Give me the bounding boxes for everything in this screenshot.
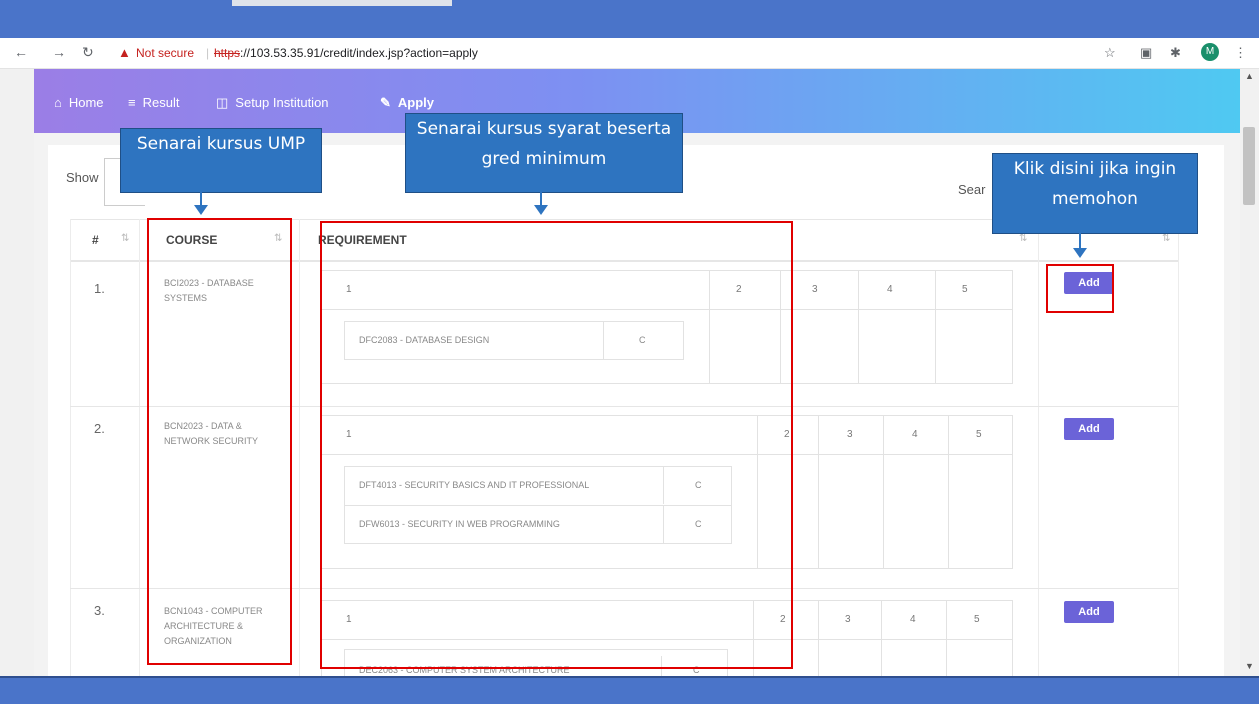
nav-setup-institution[interactable]: ◫ Setup Institution (216, 95, 329, 111)
scroll-up-icon[interactable]: ▲ (1245, 71, 1254, 81)
table-border-left (70, 219, 71, 676)
url-scheme: https (214, 46, 241, 60)
req-col-4: 4 (912, 429, 918, 440)
monitor-icon: ◫ (216, 95, 229, 110)
edit-icon: ✎ (380, 95, 391, 110)
req-divider (948, 416, 949, 568)
show-entries-label: Show (66, 170, 99, 185)
nav-apply-label: Apply (397, 95, 435, 110)
course-arrow (200, 192, 202, 206)
star-icon[interactable]: ☆ (1104, 45, 1116, 61)
add-highlight-box (1046, 264, 1114, 313)
url-field[interactable]: https://103.53.35.91/credit/index.jsp?ac… (214, 46, 478, 60)
header-number[interactable]: # (92, 233, 99, 247)
tab-strip (232, 0, 452, 6)
add-button[interactable]: Add (1064, 601, 1114, 623)
warning-icon: ▲ (118, 45, 131, 60)
column-divider (299, 219, 300, 676)
requirement-arrowhead (534, 205, 548, 215)
apply-callout: Klik disini jika ingin memohon (992, 153, 1198, 234)
apply-arrow (1079, 233, 1081, 249)
avatar[interactable]: M (1201, 43, 1219, 61)
bottom-band (0, 676, 1259, 704)
req-divider (818, 416, 819, 568)
url-path: ://103.53.35.91/credit/index.jsp?action=… (240, 46, 478, 60)
row-number: 1. (94, 281, 105, 296)
browser-address-bar: ← → ↻ ▲ Not secure | https://103.53.35.9… (0, 38, 1259, 69)
column-divider (139, 219, 140, 676)
menu-dots-icon[interactable]: ⋮ (1234, 45, 1247, 61)
nav-home-label: Home (68, 95, 104, 110)
req-col-3: 3 (845, 614, 851, 625)
req-divider (858, 271, 859, 383)
course-arrowhead (194, 205, 208, 215)
requirement-callout: Senarai kursus syarat beserta gred minim… (405, 113, 683, 193)
row-number: 3. (94, 603, 105, 618)
requirement-arrow (540, 192, 542, 206)
top-band (0, 0, 1259, 39)
nav-home[interactable]: ⌂ Home (54, 95, 104, 110)
table-border-right (1178, 219, 1179, 676)
search-label: Sear (958, 182, 986, 197)
req-col-4: 4 (887, 284, 893, 295)
req-col-5: 5 (974, 614, 980, 625)
requirement-highlight-box (320, 221, 793, 669)
row-number: 2. (94, 421, 105, 436)
scroll-down-icon[interactable]: ▼ (1245, 661, 1254, 671)
home-icon: ⌂ (54, 95, 62, 110)
req-col-3: 3 (847, 429, 853, 440)
req-divider (935, 271, 936, 383)
req-divider (883, 416, 884, 568)
scrollbar-thumb[interactable] (1243, 127, 1255, 205)
url-separator: | (206, 46, 210, 60)
req-col-5: 5 (962, 284, 968, 295)
back-icon[interactable]: ← (14, 44, 28, 60)
req-col-4: 4 (910, 614, 916, 625)
sort-icon[interactable]: ⇅ (121, 233, 129, 244)
layers-icon: ≡ (128, 95, 136, 110)
sort-icon[interactable]: ⇅ (1019, 233, 1027, 244)
nav-setup-label: Setup Institution (235, 95, 329, 110)
page-scrollbar[interactable]: ▲ ▼ (1240, 69, 1259, 676)
left-margin (0, 69, 34, 676)
extension-icon[interactable]: ▣ (1140, 45, 1152, 61)
sort-icon[interactable]: ⇅ (1162, 233, 1170, 244)
add-button[interactable]: Add (1064, 418, 1114, 440)
nav-result-label: Result (142, 95, 180, 110)
security-label[interactable]: Not secure (136, 46, 194, 60)
apply-arrowhead (1073, 248, 1087, 258)
course-callout: Senarai kursus UMP (120, 128, 322, 193)
course-highlight-box (147, 218, 292, 665)
nav-result[interactable]: ≡ Result (128, 95, 179, 110)
req-col-3: 3 (812, 284, 818, 295)
req-col-5: 5 (976, 429, 982, 440)
column-divider (1038, 219, 1039, 676)
reload-icon[interactable]: ↻ (82, 44, 94, 61)
forward-icon[interactable]: → (52, 44, 66, 60)
nav-apply[interactable]: ✎ Apply (380, 95, 434, 111)
puzzle-icon[interactable]: ✱ (1170, 45, 1181, 61)
